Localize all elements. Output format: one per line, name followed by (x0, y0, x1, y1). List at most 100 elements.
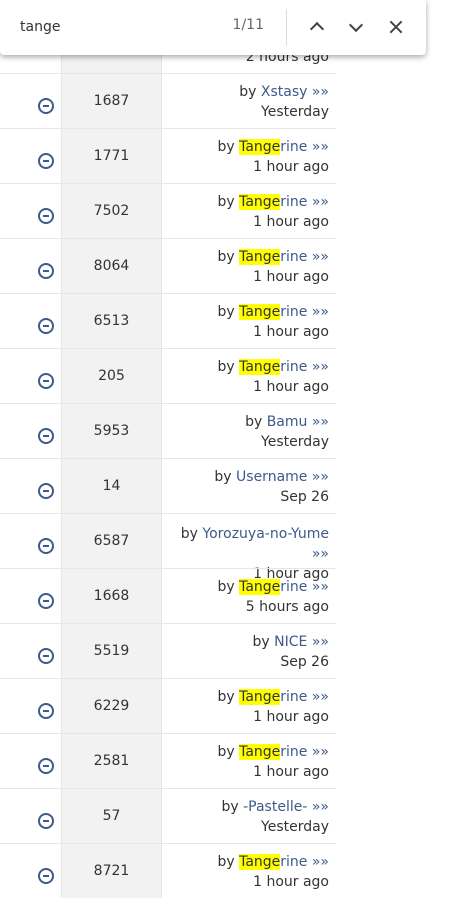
author-cell: by Tangerine »» 1 hour ago (163, 679, 329, 733)
icon-cell (0, 74, 61, 128)
minus-circle-icon[interactable] (38, 428, 54, 444)
table-row: 8721 by Tangerine »» 1 hour ago (0, 843, 336, 898)
author-name-rest: rine (280, 689, 308, 705)
author-name: Bamu (266, 414, 308, 430)
post-time: Sep 26 (280, 654, 329, 670)
author-cell: by Tangerine »» 1 hour ago (163, 129, 329, 183)
author-link[interactable]: Tangerine (239, 249, 307, 265)
author-link[interactable]: NICE (274, 634, 307, 650)
find-next-button[interactable] (343, 14, 369, 40)
author-profile-arrow[interactable]: »» (312, 84, 329, 100)
author-link[interactable]: Tangerine (239, 304, 307, 320)
table-row: 5953 by Bamu »» Yesterday (0, 403, 336, 458)
table-row: 7502 by Tangerine »» 1 hour ago (0, 183, 336, 238)
by-label: by (214, 469, 237, 485)
table-row: 1668 by Tangerine »» 5 hours ago (0, 568, 336, 623)
author-cell: by Tangerine »» 1 hour ago (163, 349, 329, 403)
post-time: 1 hour ago (253, 379, 329, 395)
icon-cell (0, 789, 61, 843)
author-profile-arrow[interactable]: »» (312, 249, 329, 265)
author-link[interactable]: Tangerine (239, 854, 307, 870)
author-profile-arrow[interactable]: »» (312, 854, 329, 870)
minus-circle-icon[interactable] (38, 318, 54, 334)
by-line: by -Pastelle- »» (163, 797, 329, 817)
table-row: 8064 by Tangerine »» 1 hour ago (0, 238, 336, 293)
author-cell: by NICE »» Sep 26 (163, 624, 329, 678)
icon-cell (0, 734, 61, 788)
author-profile-arrow[interactable]: »» (312, 744, 329, 760)
minus-circle-icon[interactable] (38, 868, 54, 884)
by-label: by (217, 689, 240, 705)
author-profile-arrow[interactable]: »» (312, 139, 329, 155)
minus-circle-icon[interactable] (38, 98, 54, 114)
by-label: by (217, 139, 240, 155)
find-close-button[interactable] (383, 14, 409, 40)
icon-cell (0, 569, 61, 623)
author-link[interactable]: Tangerine (239, 744, 307, 760)
search-highlight: Tange (239, 854, 281, 870)
search-highlight: Tange (239, 249, 281, 265)
icon-cell (0, 514, 61, 568)
author-link[interactable]: Tangerine (239, 359, 307, 375)
author-link[interactable]: Bamu (267, 414, 308, 430)
author-cell: by Yorozuya-no-Yume »» 1 hour ago (163, 514, 329, 582)
author-profile-arrow[interactable]: »» (312, 799, 329, 815)
author-profile-arrow[interactable]: »» (312, 546, 329, 562)
minus-circle-icon[interactable] (38, 263, 54, 279)
author-profile-arrow[interactable]: »» (312, 634, 329, 650)
find-previous-button[interactable] (304, 14, 330, 40)
author-cell: by Bamu »» Yesterday (163, 404, 329, 458)
icon-cell (0, 404, 61, 458)
author-link[interactable]: Tangerine (239, 194, 307, 210)
minus-circle-icon[interactable] (38, 648, 54, 664)
author-profile-arrow[interactable]: »» (312, 359, 329, 375)
author-cell: by Tangerine »» 1 hour ago (163, 184, 329, 238)
minus-circle-icon[interactable] (38, 373, 54, 389)
by-label: by (217, 579, 240, 595)
table-row: 5519 by NICE »» Sep 26 (0, 623, 336, 678)
author-link[interactable]: -Pastelle- (243, 799, 307, 815)
author-link[interactable]: Yorozuya-no-Yume (202, 526, 329, 542)
author-cell: by Tangerine »» 1 hour ago (163, 239, 329, 293)
minus-circle-icon[interactable] (38, 153, 54, 169)
count-cell: 5519 (61, 624, 162, 678)
minus-circle-icon[interactable] (38, 813, 54, 829)
author-profile-arrow[interactable]: »» (312, 414, 329, 430)
post-time: 1 hour ago (253, 159, 329, 175)
icon-cell (0, 844, 61, 898)
author-profile-arrow[interactable]: »» (312, 469, 329, 485)
icon-cell (0, 349, 61, 403)
count-cell: 6229 (61, 679, 162, 733)
by-line: by Tangerine »» (163, 852, 329, 872)
count-cell: 5953 (61, 404, 162, 458)
search-highlight: Tange (239, 579, 281, 595)
author-name-rest: rine (280, 249, 308, 265)
minus-circle-icon[interactable] (38, 208, 54, 224)
author-cell: by Tangerine »» 5 hours ago (163, 569, 329, 623)
author-link[interactable]: Tangerine (239, 139, 307, 155)
minus-circle-icon[interactable] (38, 703, 54, 719)
by-label: by (217, 744, 240, 760)
author-link[interactable]: Username (236, 469, 307, 485)
post-time: Yesterday (261, 104, 329, 120)
by-line: by Tangerine »» (163, 742, 329, 762)
author-profile-arrow[interactable]: »» (312, 194, 329, 210)
post-time: Yesterday (261, 434, 329, 450)
author-name-rest: rine (280, 744, 308, 760)
find-bar: 1/11 (0, 0, 426, 55)
minus-circle-icon[interactable] (38, 593, 54, 609)
minus-circle-icon[interactable] (38, 538, 54, 554)
table-row: 6587 by Yorozuya-no-Yume »» 1 hour ago (0, 513, 336, 582)
author-profile-arrow[interactable]: »» (312, 579, 329, 595)
minus-circle-icon[interactable] (38, 758, 54, 774)
author-link[interactable]: Tangerine (239, 689, 307, 705)
by-label: by (217, 304, 240, 320)
find-input[interactable] (20, 17, 210, 37)
author-link[interactable]: Tangerine (239, 579, 307, 595)
minus-circle-icon[interactable] (38, 483, 54, 499)
chevron-down-icon (348, 17, 364, 33)
post-time: 1 hour ago (253, 214, 329, 230)
author-link[interactable]: Xstasy (261, 84, 308, 100)
author-profile-arrow[interactable]: »» (312, 689, 329, 705)
author-profile-arrow[interactable]: »» (312, 304, 329, 320)
